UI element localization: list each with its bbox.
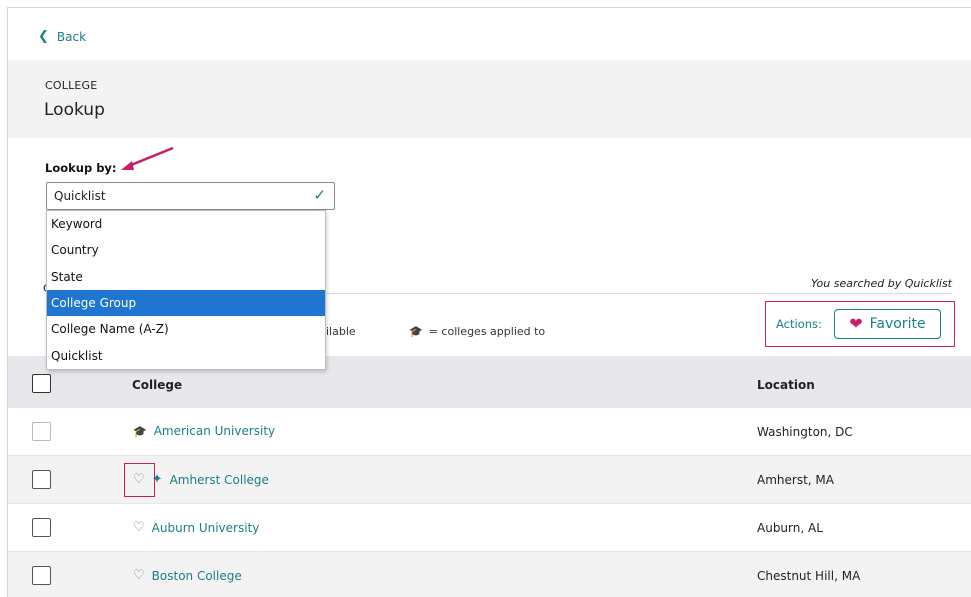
lookup-selected-value: Quicklist <box>54 189 106 203</box>
row-checkbox[interactable] <box>32 518 51 537</box>
page-eyebrow: COLLEGE <box>45 79 98 92</box>
heart-outline-icon[interactable]: ♡ <box>133 520 145 535</box>
title-area: COLLEGE Lookup <box>8 60 971 138</box>
option-quicklist[interactable]: Quicklist <box>47 342 325 368</box>
row-checkbox[interactable] <box>32 422 51 441</box>
actions-label: Actions: <box>776 317 822 331</box>
graduation-cap-icon: 🎓 <box>409 325 423 338</box>
graduation-cap-icon: 🎓 <box>133 424 147 438</box>
column-header-college: College <box>132 378 183 392</box>
heart-icon: ❤ <box>849 314 863 333</box>
back-label: Back <box>56 29 87 44</box>
heart-outline-icon[interactable]: ♡ <box>133 568 145 583</box>
favorite-button[interactable]: ❤ Favorite <box>833 309 941 339</box>
college-cell: ♡ Auburn University <box>133 520 259 535</box>
sparkle-icon: ✦ <box>151 472 163 487</box>
row-checkbox[interactable] <box>32 470 51 489</box>
college-link[interactable]: American University <box>154 424 275 438</box>
select-all-checkbox[interactable] <box>32 374 51 393</box>
location-cell: Auburn, AL <box>757 521 823 535</box>
column-header-location: Location <box>757 378 815 392</box>
heart-outline-icon[interactable]: ♡ <box>133 472 145 487</box>
legend-available-text: ilable <box>326 325 356 338</box>
back-bar: ❮ Back <box>8 8 971 60</box>
option-keyword[interactable]: Keyword <box>47 211 325 237</box>
location-cell: Amherst, MA <box>757 473 834 487</box>
college-link[interactable]: Boston College <box>152 569 242 583</box>
actions-box: Actions: ❤ Favorite <box>765 301 955 347</box>
option-college-name[interactable]: College Name (A-Z) <box>47 316 325 342</box>
table-row: 🎓 American University Washington, DC <box>8 408 971 456</box>
option-college-group[interactable]: College Group <box>47 289 325 317</box>
lookup-dropdown-menu: Keyword Country State College Group Coll… <box>46 210 326 370</box>
table-row: ♡ Auburn University Auburn, AL <box>8 504 971 552</box>
college-cell: ♡ ✦ Amherst College <box>133 472 269 487</box>
location-cell: Chestnut Hill, MA <box>757 569 861 583</box>
page-title: Lookup <box>44 100 105 120</box>
legend-applied: 🎓 = colleges applied to <box>409 325 545 338</box>
chevron-down-icon: ✓ <box>313 186 326 204</box>
location-cell: Washington, DC <box>757 425 853 439</box>
lookup-by-label: Lookup by: <box>45 161 117 175</box>
table-row: ♡ Boston College Chestnut Hill, MA <box>8 552 971 597</box>
college-cell: 🎓 American University <box>133 424 275 438</box>
college-link[interactable]: Amherst College <box>170 473 269 487</box>
back-link[interactable]: ❮ Back <box>38 29 86 44</box>
college-link[interactable]: Auburn University <box>152 521 260 535</box>
legend-applied-text: = colleges applied to <box>428 325 546 338</box>
search-note: You searched by Quicklist <box>811 277 952 290</box>
page-frame: ❮ Back COLLEGE Lookup Lookup by: Quickli… <box>7 7 971 597</box>
chevron-left-icon: ❮ <box>38 29 49 44</box>
favorite-label: Favorite <box>869 316 926 332</box>
college-cell: ♡ Boston College <box>133 568 242 583</box>
table-row: ♡ ✦ Amherst College Amherst, MA <box>8 456 971 504</box>
option-state[interactable]: State <box>47 264 325 290</box>
annotation-arrow-icon <box>121 146 174 170</box>
row-checkbox[interactable] <box>32 566 51 585</box>
option-country[interactable]: Country <box>47 237 325 263</box>
lookup-by-select[interactable]: Quicklist ✓ <box>46 182 335 210</box>
